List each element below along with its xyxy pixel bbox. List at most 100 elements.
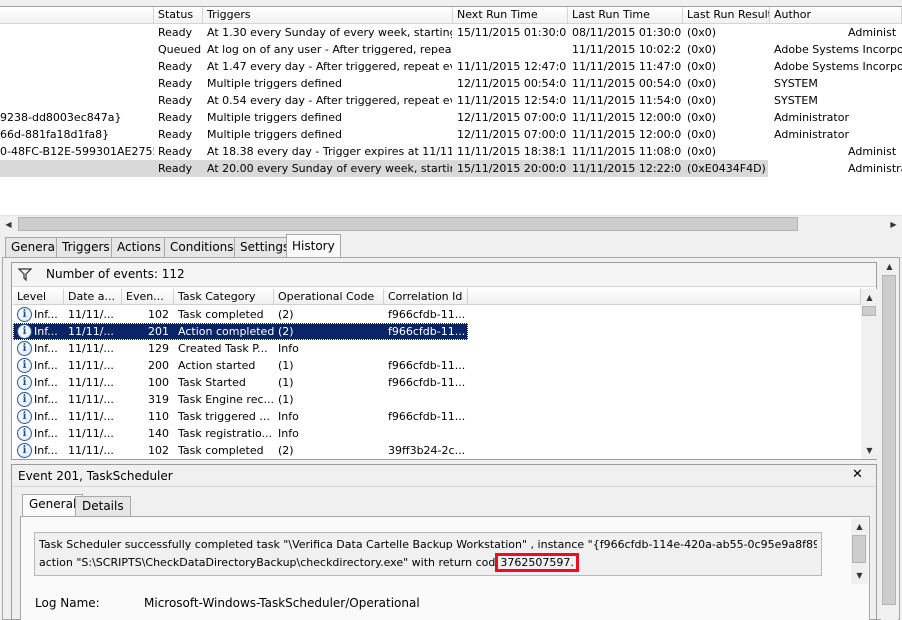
tab-triggers[interactable]: Triggers bbox=[56, 237, 116, 257]
tab-history[interactable]: History bbox=[286, 234, 341, 258]
event-category: Task triggered ... bbox=[178, 410, 270, 423]
event-op-code: (1) bbox=[278, 376, 294, 389]
scroll-up-icon[interactable]: ▲ bbox=[881, 258, 898, 275]
task-name bbox=[0, 41, 154, 58]
task-name: 0-48FC-B12E-599301AE2755} bbox=[0, 145, 154, 158]
filter-icon[interactable] bbox=[18, 268, 32, 281]
task-author-overflow: Administ bbox=[848, 26, 897, 39]
column-header-event-id[interactable]: Even... bbox=[122, 289, 174, 305]
task-triggers: At log on of any user - After triggered,… bbox=[207, 43, 452, 56]
event-row[interactable]: i Inf... 11/11/... 102 Task completed (2… bbox=[13, 442, 861, 459]
column-header-operational-code[interactable]: Operational Code bbox=[274, 289, 384, 305]
event-id: 102 bbox=[148, 308, 169, 321]
event-message[interactable]: Task Scheduler successfully completed ta… bbox=[34, 532, 822, 576]
close-icon[interactable]: ✕ bbox=[852, 467, 863, 482]
task-list[interactable]: Status Triggers Next Run Time Last Run T… bbox=[0, 6, 902, 232]
event-level: Inf... bbox=[34, 308, 58, 321]
event-date: 11/11/... bbox=[68, 427, 114, 440]
task-row[interactable]: Ready At 0.54 every day - After triggere… bbox=[0, 92, 902, 109]
task-author-overflow: Administrat bbox=[848, 162, 902, 175]
tab-conditions[interactable]: Conditions bbox=[164, 237, 240, 257]
column-header-task-category[interactable]: Task Category bbox=[174, 289, 274, 305]
task-last-run: 11/11/2015 11:47:00 bbox=[572, 60, 682, 73]
info-icon: i bbox=[17, 375, 32, 390]
task-name: 66d-881fa18d1fa8} bbox=[0, 128, 110, 141]
event-correlation bbox=[388, 340, 468, 357]
task-row[interactable]: 0-48FC-B12E-599301AE2755} Ready At 18.38… bbox=[0, 143, 902, 160]
event-correlation: f966cfdb-11... bbox=[388, 308, 466, 321]
info-icon: i bbox=[17, 324, 32, 339]
task-row[interactable]: Ready At 1.30 every Sunday of every week… bbox=[0, 24, 902, 41]
scroll-down-icon[interactable]: ▼ bbox=[851, 567, 868, 584]
task-row[interactable]: 9238-dd8003ec847a} Ready Multiple trigge… bbox=[0, 109, 902, 126]
task-name bbox=[0, 24, 154, 41]
return-code: 3762507597. bbox=[500, 556, 574, 569]
task-row[interactable]: Ready At 1.47 every day - After triggere… bbox=[0, 58, 902, 75]
event-id: 129 bbox=[148, 342, 169, 355]
event-row-selected[interactable]: i Inf... 11/11/... 201 Action completed … bbox=[13, 323, 861, 340]
column-header-next-run[interactable]: Next Run Time bbox=[453, 7, 568, 24]
event-row[interactable]: i Inf... 11/11/... 200 Action started (1… bbox=[13, 357, 861, 374]
task-triggers: At 1.47 every day - After triggered, rep… bbox=[207, 60, 452, 73]
scroll-right-icon[interactable]: ▶ bbox=[885, 216, 902, 233]
column-header-date[interactable]: Date a... bbox=[64, 289, 122, 305]
column-header-correlation-id[interactable]: Correlation Id bbox=[384, 289, 468, 305]
event-row[interactable]: i Inf... 11/11/... 110 Task triggered ..… bbox=[13, 408, 861, 425]
event-row[interactable]: i Inf... 11/11/... 129 Created Task P...… bbox=[13, 340, 861, 357]
tab-actions[interactable]: Actions bbox=[111, 237, 167, 257]
scroll-thumb[interactable] bbox=[862, 306, 876, 316]
log-name-value: Microsoft-Windows-TaskScheduler/Operatio… bbox=[144, 596, 420, 610]
column-header-last-result[interactable]: Last Run Result bbox=[683, 7, 770, 24]
scroll-up-icon[interactable]: ▲ bbox=[851, 518, 868, 535]
task-row[interactable]: Queued At log on of any user - After tri… bbox=[0, 41, 902, 58]
column-header-author[interactable]: Author bbox=[770, 7, 902, 24]
column-header-last-run[interactable]: Last Run Time bbox=[568, 7, 683, 24]
tab-panel-vertical-scrollbar[interactable]: ▲ bbox=[881, 258, 898, 620]
event-id: 140 bbox=[148, 427, 169, 440]
task-row[interactable]: 66d-881fa18d1fa8} Ready Multiple trigger… bbox=[0, 126, 902, 143]
column-header-level[interactable]: Level bbox=[13, 289, 64, 305]
scroll-thumb[interactable] bbox=[882, 275, 896, 605]
event-id: 110 bbox=[148, 410, 169, 423]
column-header-name[interactable] bbox=[0, 7, 154, 24]
task-status: Ready bbox=[158, 145, 193, 158]
task-list-horizontal-scrollbar[interactable]: ◀ ▶ bbox=[0, 215, 902, 232]
info-icon: i bbox=[17, 392, 32, 407]
event-level: Inf... bbox=[34, 444, 58, 457]
task-last-run: 11/11/2015 11:08:02 bbox=[572, 145, 682, 158]
event-list-vertical-scrollbar[interactable]: ▲ ▼ bbox=[861, 289, 878, 459]
event-row[interactable]: i Inf... 11/11/... 102 Task completed (2… bbox=[13, 306, 861, 323]
task-next-run: 11/11/2015 12:54:00 bbox=[457, 94, 567, 107]
column-header-status[interactable]: Status bbox=[154, 7, 203, 24]
task-author: SYSTEM bbox=[774, 94, 818, 107]
scroll-thumb[interactable] bbox=[18, 217, 798, 231]
event-row[interactable]: i Inf... 11/11/... 100 Task Started (1) … bbox=[13, 374, 861, 391]
task-last-result: (0x0) bbox=[687, 26, 717, 39]
event-level: Inf... bbox=[34, 410, 58, 423]
task-name bbox=[0, 160, 154, 177]
column-header-triggers[interactable]: Triggers bbox=[203, 7, 453, 24]
event-date: 11/11/... bbox=[68, 444, 114, 457]
event-id: 200 bbox=[148, 359, 169, 372]
task-author: Adobe Systems Incorporat bbox=[774, 43, 902, 56]
event-row[interactable]: i Inf... 11/11/... 319 Task Engine rec..… bbox=[13, 391, 861, 408]
scroll-down-icon[interactable]: ▼ bbox=[861, 442, 878, 459]
task-row-selected[interactable]: Ready At 20.00 every Sunday of every wee… bbox=[0, 160, 902, 177]
event-op-code: (2) bbox=[278, 308, 294, 321]
task-author bbox=[774, 143, 844, 160]
task-name: 9238-dd8003ec847a} bbox=[0, 111, 122, 124]
task-last-result: (0x0) bbox=[687, 145, 717, 158]
event-category: Action completed bbox=[178, 325, 274, 338]
scroll-up-icon[interactable]: ▲ bbox=[861, 289, 878, 306]
event-level: Inf... bbox=[34, 359, 58, 372]
scroll-left-icon[interactable]: ◀ bbox=[0, 216, 17, 233]
task-author: Administrator bbox=[774, 128, 849, 141]
scroll-thumb[interactable] bbox=[852, 535, 866, 563]
event-op-code: Info bbox=[278, 427, 299, 440]
event-row[interactable]: i Inf... 11/11/... 140 Task registratio.… bbox=[13, 425, 861, 442]
subtab-details[interactable]: Details bbox=[75, 496, 131, 516]
message-vertical-scrollbar[interactable]: ▲ ▼ bbox=[851, 518, 868, 584]
event-op-code: (1) bbox=[278, 393, 294, 406]
task-row[interactable]: Ready Multiple triggers defined 12/11/20… bbox=[0, 75, 902, 92]
task-last-result: (0x0) bbox=[687, 43, 717, 56]
